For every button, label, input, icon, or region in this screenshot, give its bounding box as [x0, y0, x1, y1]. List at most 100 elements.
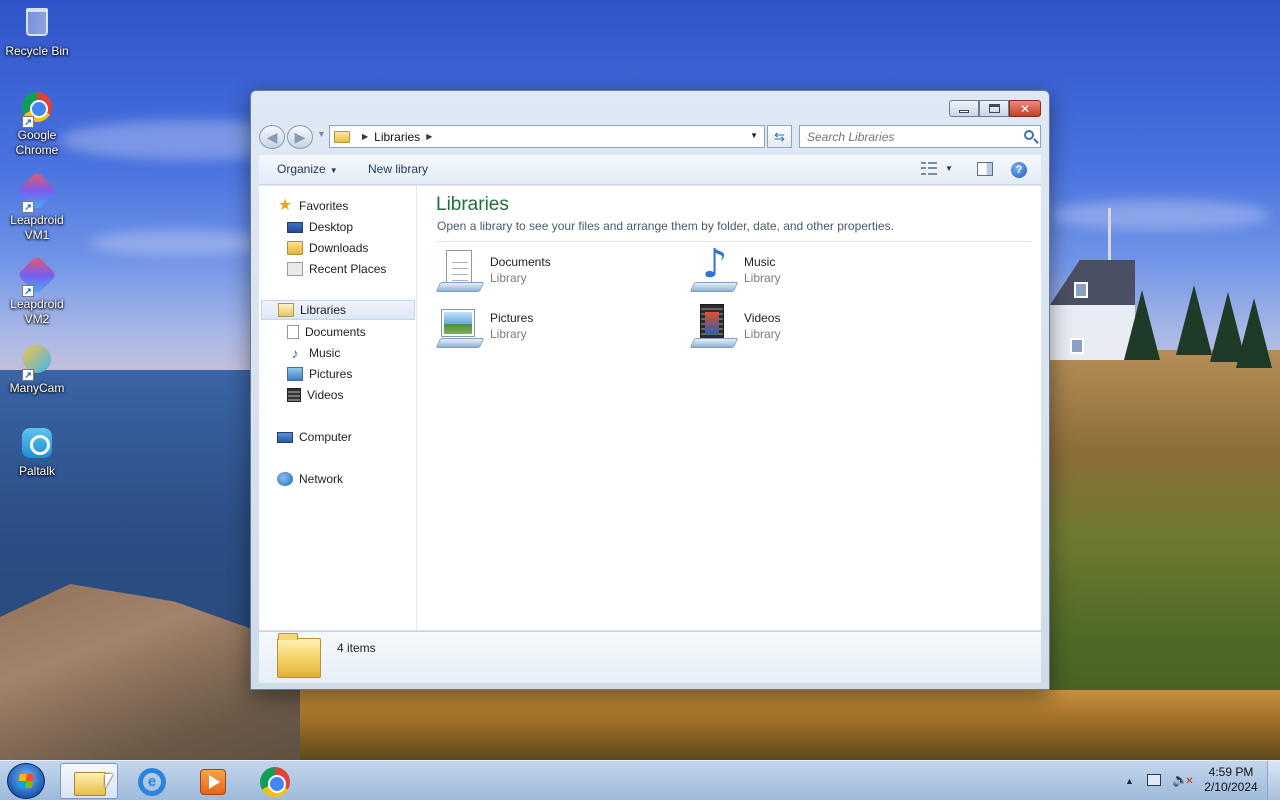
- taskbar-google-chrome[interactable]: [246, 763, 304, 799]
- nav-recent-places[interactable]: Recent Places: [287, 259, 386, 279]
- nav-pictures[interactable]: Pictures: [287, 364, 352, 384]
- film-strip-icon: [287, 388, 301, 402]
- library-kind: Library: [490, 327, 527, 341]
- chrome-icon: ↗: [20, 92, 54, 128]
- downloads-folder-icon: [287, 241, 303, 255]
- desktop-icon-recycle-bin[interactable]: Recycle Bin: [0, 6, 74, 59]
- desktop-icon-leapdroid-vm2[interactable]: ↗ Leapdroid VM2: [0, 255, 74, 327]
- start-button[interactable]: [7, 763, 45, 799]
- forward-arrow-icon: ▶: [294, 129, 306, 145]
- breadcrumb-chevron-icon[interactable]: ▶: [426, 132, 432, 141]
- desktop-icon-google-chrome[interactable]: ↗ Google Chrome: [0, 90, 74, 158]
- star-icon: ★: [277, 197, 293, 214]
- page-title: Libraries: [436, 194, 509, 215]
- volume-muted-icon[interactable]: 🔈✕: [1172, 773, 1194, 788]
- library-kind: Library: [744, 327, 781, 341]
- library-videos[interactable]: Videos Library: [689, 304, 920, 352]
- close-icon: ✕: [1019, 101, 1031, 116]
- desktop-icon-manycam[interactable]: ↗ ManyCam: [0, 342, 74, 396]
- page-description: Open a library to see your files and arr…: [437, 219, 894, 233]
- nav-label: Libraries: [300, 303, 347, 317]
- preview-pane-icon[interactable]: [977, 162, 993, 176]
- pictures-icon: [287, 367, 303, 381]
- search-box[interactable]: [799, 125, 1041, 148]
- nav-label: Documents: [305, 325, 366, 339]
- shortcut-arrow-icon: ↗: [22, 369, 34, 381]
- address-bar[interactable]: ▶ Libraries ▶ ▼: [329, 125, 765, 148]
- desktop-icon-label: Leapdroid VM1: [10, 213, 64, 242]
- mouse-cursor-icon: [105, 774, 113, 788]
- navigation-pane: ★ Favorites Desktop Downloads Recent Plac…: [259, 186, 417, 630]
- minimize-icon: [959, 110, 969, 113]
- libraries-icon: [278, 303, 294, 317]
- desktop-icon-leapdroid-vm1[interactable]: ↗ Leapdroid VM1: [0, 171, 74, 243]
- show-hidden-icons-button[interactable]: ▲: [1125, 776, 1134, 786]
- network-tray-icon[interactable]: [1147, 774, 1161, 786]
- nav-downloads[interactable]: Downloads: [287, 238, 368, 258]
- windows-explorer-icon: [74, 772, 106, 796]
- maximize-icon: [988, 104, 1000, 113]
- navigation-bar: ◀ ▶ ▼ ▶ Libraries ▶ ▼ ⇆: [259, 125, 1041, 149]
- search-input[interactable]: [800, 126, 1010, 147]
- library-documents[interactable]: Documents Library: [435, 248, 666, 296]
- nav-videos[interactable]: Videos: [287, 385, 343, 405]
- libraries-folder-icon: [277, 633, 321, 678]
- manycam-icon: ↗: [20, 345, 54, 381]
- taskbar-windows-media-player[interactable]: [182, 763, 240, 799]
- nav-libraries[interactable]: Libraries: [261, 300, 415, 320]
- leapdroid-icon: ↗: [17, 255, 57, 297]
- system-clock[interactable]: 4:59 PM 2/10/2024: [1196, 765, 1266, 795]
- close-button[interactable]: ✕: [1009, 100, 1041, 117]
- refresh-button[interactable]: ⇆: [767, 125, 792, 148]
- back-button[interactable]: ◀: [259, 125, 285, 149]
- nav-music[interactable]: ♪ Music: [287, 343, 341, 363]
- nav-desktop[interactable]: Desktop: [287, 217, 353, 237]
- nav-documents[interactable]: Documents: [287, 322, 366, 342]
- nav-label: Music: [309, 346, 341, 360]
- help-icon[interactable]: ?: [1011, 162, 1027, 178]
- search-icon[interactable]: [1024, 130, 1034, 140]
- library-name: Pictures: [490, 311, 534, 325]
- library-music[interactable]: ♪ Music Library: [689, 244, 920, 296]
- pine-tree: [1236, 298, 1272, 368]
- breadcrumb-libraries[interactable]: Libraries: [374, 130, 420, 144]
- recent-pages-dropdown[interactable]: ▼: [317, 129, 326, 139]
- minimize-button[interactable]: [949, 100, 979, 117]
- taskbar-internet-explorer[interactable]: e: [122, 763, 180, 799]
- forward-button[interactable]: ▶: [287, 125, 313, 149]
- view-options-dropdown[interactable]: ▼: [945, 164, 953, 173]
- library-kind: Library: [490, 271, 527, 285]
- command-bar: Organize ▼ New library ▼ ?: [259, 155, 1041, 185]
- organize-menu[interactable]: Organize ▼: [277, 162, 338, 176]
- pictures-library-icon: [435, 304, 485, 350]
- breadcrumb-chevron-icon[interactable]: ▶: [362, 132, 368, 141]
- show-desktop-button[interactable]: [1267, 761, 1280, 800]
- clock-time: 4:59 PM: [1208, 765, 1254, 779]
- library-name: Music: [744, 255, 776, 269]
- library-pictures[interactable]: Pictures Library: [435, 304, 666, 352]
- nav-label: Pictures: [309, 367, 353, 381]
- nav-label: Network: [299, 472, 344, 486]
- nav-computer[interactable]: Computer: [277, 427, 352, 447]
- back-arrow-icon: ◀: [266, 129, 278, 145]
- change-view-icon[interactable]: [921, 162, 937, 176]
- address-history-dropdown[interactable]: ▼: [750, 131, 758, 140]
- desktop-icon-label: ManyCam: [9, 381, 65, 395]
- foreground-grass: [300, 690, 1280, 760]
- shortcut-arrow-icon: ↗: [22, 285, 34, 297]
- house-window: [1074, 282, 1088, 298]
- desktop-icon: [287, 221, 303, 233]
- maximize-button[interactable]: [979, 100, 1009, 117]
- nav-label: Downloads: [309, 241, 369, 255]
- desktop-icon-paltalk[interactable]: Paltalk: [0, 426, 74, 479]
- library-name: Videos: [744, 311, 781, 325]
- nav-network[interactable]: Network: [277, 469, 343, 489]
- item-count: 4 items: [337, 641, 376, 655]
- libraries-content: Libraries Open a library to see your fil…: [418, 186, 1041, 630]
- nav-favorites[interactable]: ★ Favorites: [277, 196, 349, 216]
- internet-explorer-icon: e: [138, 768, 166, 796]
- shortcut-arrow-icon: ↗: [22, 201, 34, 213]
- cloud: [1050, 200, 1270, 230]
- clock-date: 2/10/2024: [1204, 780, 1258, 794]
- new-library-button[interactable]: New library: [368, 162, 428, 176]
